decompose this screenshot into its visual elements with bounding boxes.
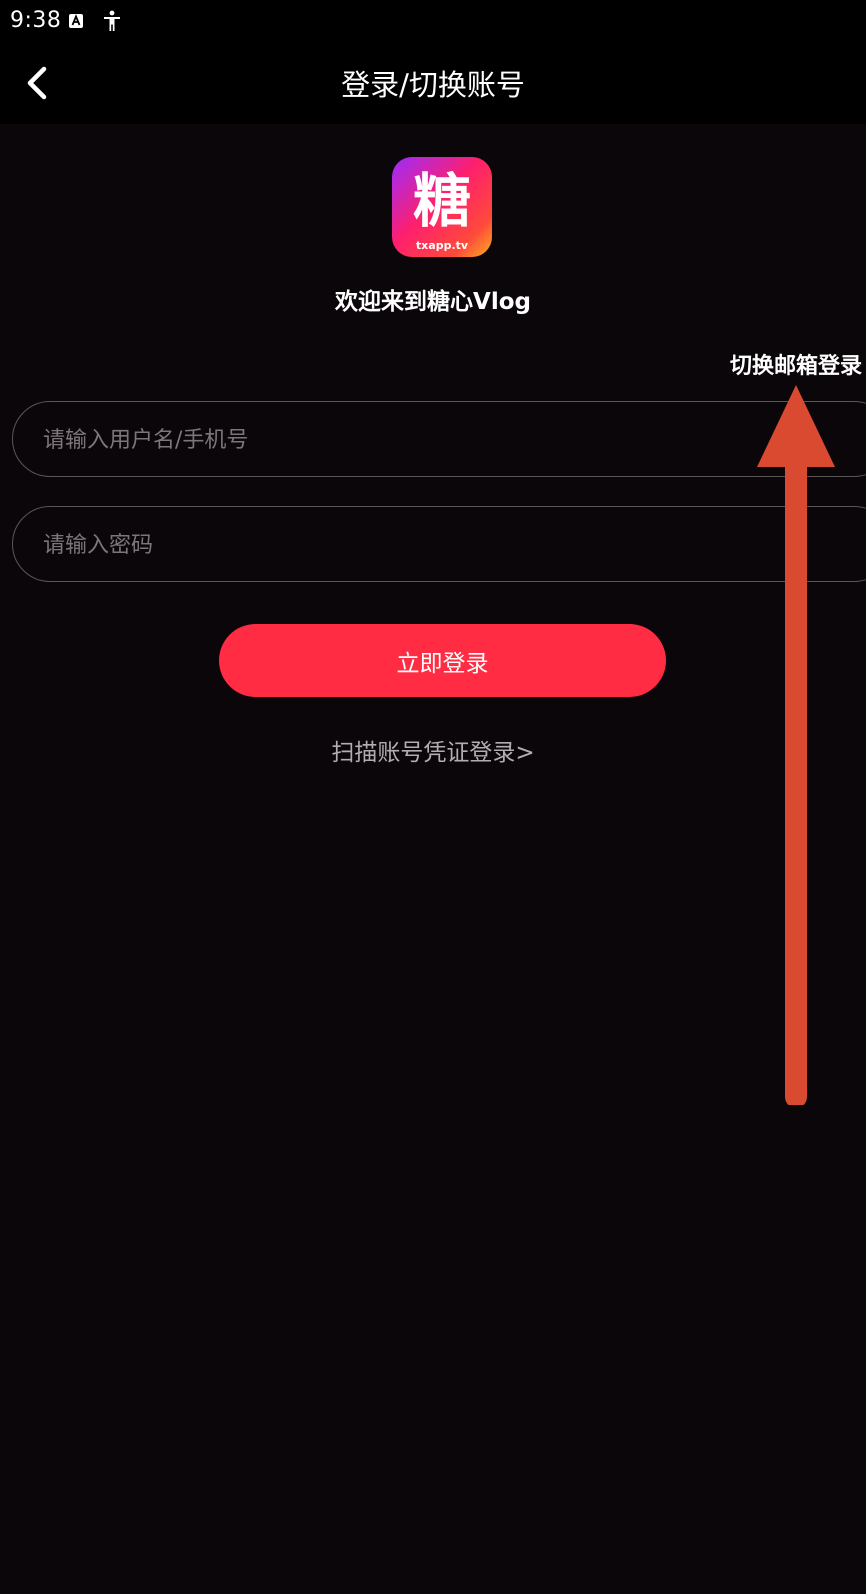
nav-bar: 登录/切换账号 — [0, 46, 866, 124]
login-screen: 9:38 登录/切换账号 糖 txapp.tv 欢迎来到糖心Vlog 切换邮箱登… — [0, 0, 866, 1594]
status-bar: 9:38 — [0, 0, 866, 46]
logo-caption: txapp.tv — [416, 239, 469, 252]
username-field-wrapper — [12, 401, 866, 478]
username-input[interactable] — [41, 402, 745, 478]
login-button[interactable]: 立即登录 — [219, 624, 666, 697]
password-field-wrapper — [12, 506, 866, 583]
status-time: 9:38 — [10, 8, 62, 33]
password-input[interactable] — [41, 507, 745, 583]
switch-email-login-link[interactable]: 切换邮箱登录 — [730, 348, 862, 380]
welcome-text: 欢迎来到糖心Vlog — [335, 289, 531, 315]
logo-glyph: 糖 — [413, 167, 471, 235]
accessibility-icon — [104, 10, 120, 31]
app-logo: 糖 txapp.tv — [392, 157, 492, 257]
a-notification-icon — [69, 14, 83, 28]
scan-credential-login-link[interactable]: 扫描账号凭证登录> — [0, 733, 866, 767]
page-title: 登录/切换账号 — [341, 68, 525, 102]
